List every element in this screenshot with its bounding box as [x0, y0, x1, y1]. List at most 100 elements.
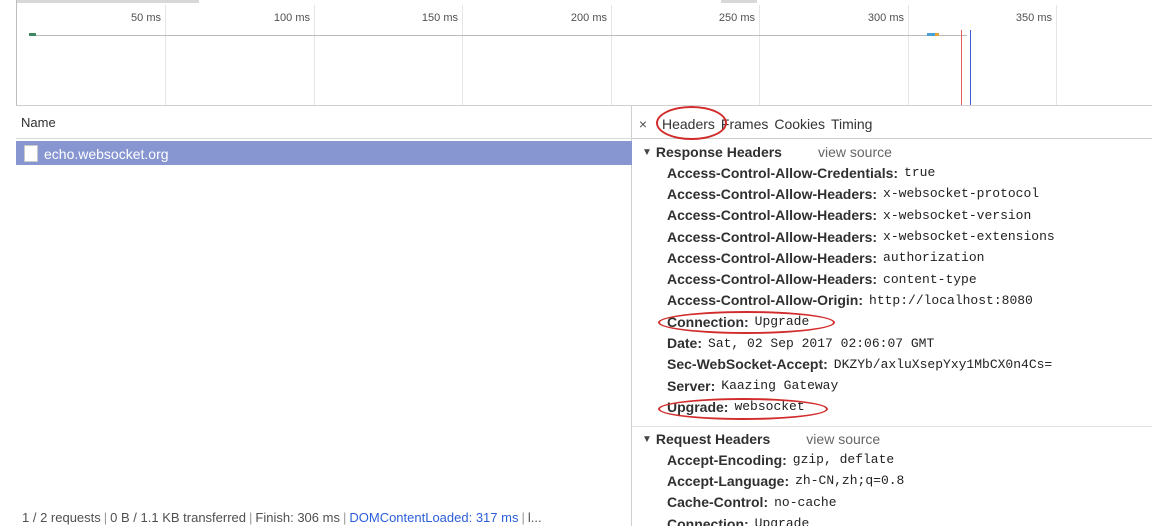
- tick-label: 350 ms: [1015, 12, 1052, 24]
- header-value: zh-CN,zh;q=0.8: [795, 473, 905, 489]
- tick-gridline: [462, 5, 463, 105]
- finish-time: Finish: 306 ms: [255, 510, 340, 525]
- tick-gridline: [611, 5, 612, 105]
- view-source-link[interactable]: view source: [818, 144, 892, 160]
- close-icon[interactable]: ×: [632, 116, 654, 132]
- tick-gridline: [1056, 5, 1057, 105]
- tick-gridline: [908, 5, 909, 105]
- request-timeline-bar: [29, 35, 967, 36]
- status-separator: |: [249, 510, 253, 525]
- header-key: Server:: [667, 377, 716, 394]
- header-row: Connection: Upgrade: [632, 513, 1152, 526]
- section-title: Request Headers: [655, 431, 771, 447]
- tick-label: 250 ms: [718, 12, 755, 24]
- header-row: Access-Control-Allow-Credentials: true: [632, 162, 1152, 183]
- dom-content-loaded-time: DOMContentLoaded: 317 ms: [349, 510, 519, 525]
- header-key: Accept-Encoding:: [667, 451, 787, 468]
- header-key: Upgrade:: [667, 398, 729, 415]
- request-headers-toggle[interactable]: ▼ Request Headers view source: [632, 427, 1152, 449]
- header-key: Access-Control-Allow-Headers:: [667, 249, 878, 266]
- tab-frames[interactable]: Frames: [721, 114, 768, 134]
- tick-gridline: [314, 5, 315, 105]
- header-key: Date:: [667, 335, 703, 352]
- view-source-link[interactable]: view source: [806, 431, 880, 447]
- header-row: Server: Kaazing Gateway: [632, 375, 1152, 396]
- request-end-marker-waiting: [935, 33, 939, 36]
- tick-gridline: [165, 5, 166, 105]
- tab-timing[interactable]: Timing: [831, 114, 873, 134]
- header-row: Accept-Language: zh-CN,zh;q=0.8: [632, 470, 1152, 491]
- header-key: Access-Control-Allow-Origin:: [667, 292, 864, 309]
- request-count: 1 / 2 requests: [22, 510, 101, 525]
- header-value: content-type: [883, 271, 977, 287]
- header-row: Access-Control-Allow-Headers: x-websocket…: [632, 205, 1152, 226]
- header-value: authorization: [883, 250, 985, 266]
- header-value: no-cache: [774, 494, 837, 510]
- header-value: gzip, deflate: [792, 452, 895, 468]
- status-separator: |: [103, 510, 108, 525]
- tab-cookies[interactable]: Cookies: [774, 114, 825, 134]
- header-row: Date: Sat, 02 Sep 2017 02:06:07 GMT: [632, 332, 1152, 353]
- header-value: Kaazing Gateway: [721, 378, 839, 394]
- tick-label: 300 ms: [867, 12, 904, 24]
- transferred-size: 0 B / 1.1 KB transferred: [110, 510, 247, 525]
- status-separator: |: [342, 510, 347, 525]
- load-event-line: [961, 30, 962, 105]
- header-value: Sat, 02 Sep 2017 02:06:07 GMT: [708, 335, 935, 351]
- header-key: Access-Control-Allow-Headers:: [667, 228, 878, 245]
- document-icon: [24, 145, 38, 162]
- header-value: x-websocket-protocol: [883, 186, 1040, 202]
- header-value: websocket: [734, 399, 805, 415]
- header-value: DKZYb/axluXsepYxy1MbCX0n4Cs=: [833, 356, 1053, 372]
- status-separator: |: [521, 510, 525, 525]
- header-row: Access-Control-Allow-Headers: x-websocket…: [632, 183, 1152, 204]
- header-row: Upgrade: websocket: [632, 396, 1152, 417]
- request-name: echo.websocket.org: [44, 145, 169, 162]
- header-key: Connection:: [667, 313, 749, 330]
- header-row: Access-Control-Allow-Origin: http://local…: [632, 290, 1152, 311]
- header-key: Cache-Control:: [667, 494, 769, 511]
- response-header-list: Access-Control-Allow-Credentials: true Acc…: [632, 162, 1152, 418]
- header-value: Upgrade: [754, 314, 810, 330]
- dom-content-loaded-line: [970, 30, 971, 105]
- tick-gridline: [759, 5, 760, 105]
- header-key: Access-Control-Allow-Credentials:: [667, 164, 899, 181]
- header-key: Access-Control-Allow-Headers:: [667, 185, 878, 202]
- timeline-overview[interactable]: 50 ms 100 ms 150 ms 200 ms 250 ms 300 ms…: [16, 0, 1152, 106]
- section-title: Response Headers: [655, 144, 782, 160]
- header-row: Cache-Control: no-cache: [632, 492, 1152, 513]
- request-list-pane: Name echo.websocket.org 1 / 2 requests | 0…: [16, 106, 632, 526]
- header-key: Access-Control-Allow-Headers:: [667, 271, 878, 288]
- status-overflow: l...: [527, 510, 542, 525]
- tick-label: 50 ms: [131, 12, 161, 24]
- header-key: Connection:: [667, 515, 749, 526]
- triangle-down-icon: ▼: [642, 146, 652, 158]
- overview-scroll-handle[interactable]: [17, 0, 199, 3]
- header-value: true: [904, 165, 936, 181]
- header-row: Accept-Encoding: gzip, deflate: [632, 449, 1152, 470]
- request-row[interactable]: echo.websocket.org: [16, 141, 632, 165]
- tick-label: 150 ms: [421, 12, 458, 24]
- header-value: http://localhost:8080: [869, 292, 1033, 308]
- overview-scroll-handle-right[interactable]: [721, 0, 757, 3]
- header-key: Sec-WebSocket-Accept:: [667, 356, 828, 373]
- header-row: Access-Control-Allow-Headers: authorizati…: [632, 247, 1152, 268]
- network-status-bar: 1 / 2 requests | 0 B / 1.1 KB transferred |…: [16, 507, 632, 526]
- header-key: Access-Control-Allow-Headers:: [667, 207, 878, 224]
- header-value: x-websocket-extensions: [883, 229, 1055, 245]
- request-details-pane: × Headers Frames Cookies Timing ▼ Respon…: [632, 106, 1152, 526]
- request-headers-section: ▼ Request Headers view source Accept-Enc…: [632, 426, 1152, 526]
- name-column-header[interactable]: Name: [16, 106, 632, 139]
- header-row: Connection: Upgrade: [632, 311, 1152, 332]
- response-headers-section: ▼ Response Headers view source Access-Co…: [632, 140, 1152, 418]
- tick-label: 200 ms: [570, 12, 607, 24]
- tick-label: 100 ms: [273, 12, 310, 24]
- header-value: Upgrade: [754, 516, 810, 526]
- request-start-marker: [29, 33, 36, 36]
- header-row: Access-Control-Allow-Headers: content-typ…: [632, 268, 1152, 289]
- header-row: Access-Control-Allow-Headers: x-websocket…: [632, 226, 1152, 247]
- request-header-list: Accept-Encoding: gzip, deflate Accept-Lang…: [632, 449, 1152, 526]
- annotation-ring-headers-tab: [656, 106, 727, 140]
- header-key: Accept-Language:: [667, 472, 790, 489]
- response-headers-toggle[interactable]: ▼ Response Headers view source: [632, 140, 1152, 162]
